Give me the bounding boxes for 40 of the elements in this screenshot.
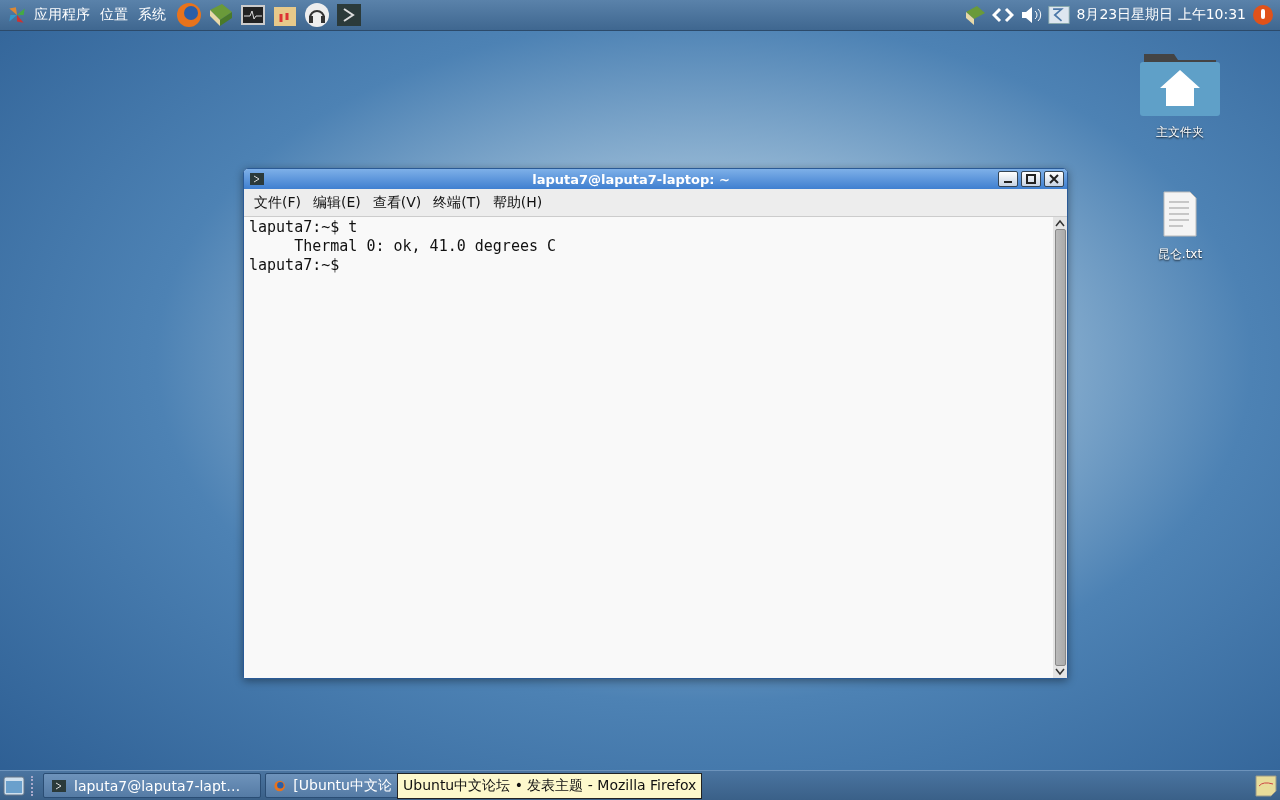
scroll-up-icon[interactable]	[1055, 219, 1065, 227]
speaker-icon[interactable]	[1020, 4, 1043, 26]
menu-item[interactable]: 文件(F)	[254, 193, 301, 212]
clock[interactable]: 8月23日星期日 上午10:31	[1076, 6, 1246, 24]
terminal-icon[interactable]	[336, 2, 362, 28]
tooltip: Ubuntu中文论坛 • 发表主题 - Mozilla Firefox	[397, 773, 703, 799]
book-icon[interactable]	[964, 4, 987, 26]
menu-item[interactable]: 查看(V)	[372, 193, 422, 212]
terminal-line: laputa7:~$	[249, 256, 341, 275]
text-file-icon[interactable]	[1160, 190, 1200, 238]
terminal-line: Thermal 0: ok, 41.0 degrees C	[293, 237, 558, 256]
minimize-button[interactable]	[998, 171, 1018, 187]
menu-item[interactable]: 终端(T)	[433, 193, 481, 212]
desktop-icon-label[interactable]: 昆仑.txt	[1157, 246, 1203, 263]
show-desktop-icon[interactable]	[3, 774, 25, 797]
maximize-button[interactable]	[1021, 171, 1041, 187]
system-monitor-icon[interactable]	[240, 2, 266, 28]
taskbar-button[interactable]: laputa7@laputa7-lapt…	[43, 773, 261, 798]
panel-menu[interactable]: 应用程序	[34, 6, 90, 24]
maximize-icon	[1026, 174, 1036, 184]
window-title: laputa7@laputa7-laptop: ~	[531, 171, 731, 187]
menu-item[interactable]: 帮助(H)	[492, 193, 543, 212]
broken-window-icon[interactable]	[1048, 4, 1071, 26]
panel-menu[interactable]: 位置	[100, 6, 128, 24]
book-icon[interactable]	[208, 2, 234, 28]
terminal-icon	[250, 173, 264, 185]
scrollbar-thumb[interactable]	[1054, 229, 1066, 666]
scroll-down-icon[interactable]	[1055, 668, 1065, 676]
menu-item[interactable]: 编辑(E)	[313, 193, 361, 212]
headphones-icon[interactable]	[304, 2, 330, 28]
terminal-icon	[52, 779, 66, 792]
minimize-icon	[1004, 181, 1012, 183]
scrollbar[interactable]	[1053, 217, 1067, 678]
close-button[interactable]	[1044, 171, 1064, 187]
close-icon	[1049, 174, 1059, 184]
terminal-line: laputa7:~$ t	[249, 218, 359, 237]
power-icon[interactable]	[1252, 4, 1274, 26]
desktop-icon-label[interactable]: 主文件夹	[1156, 124, 1204, 141]
panel-menu[interactable]: 系统	[138, 6, 166, 24]
sticky-note-icon[interactable]	[1255, 774, 1277, 797]
